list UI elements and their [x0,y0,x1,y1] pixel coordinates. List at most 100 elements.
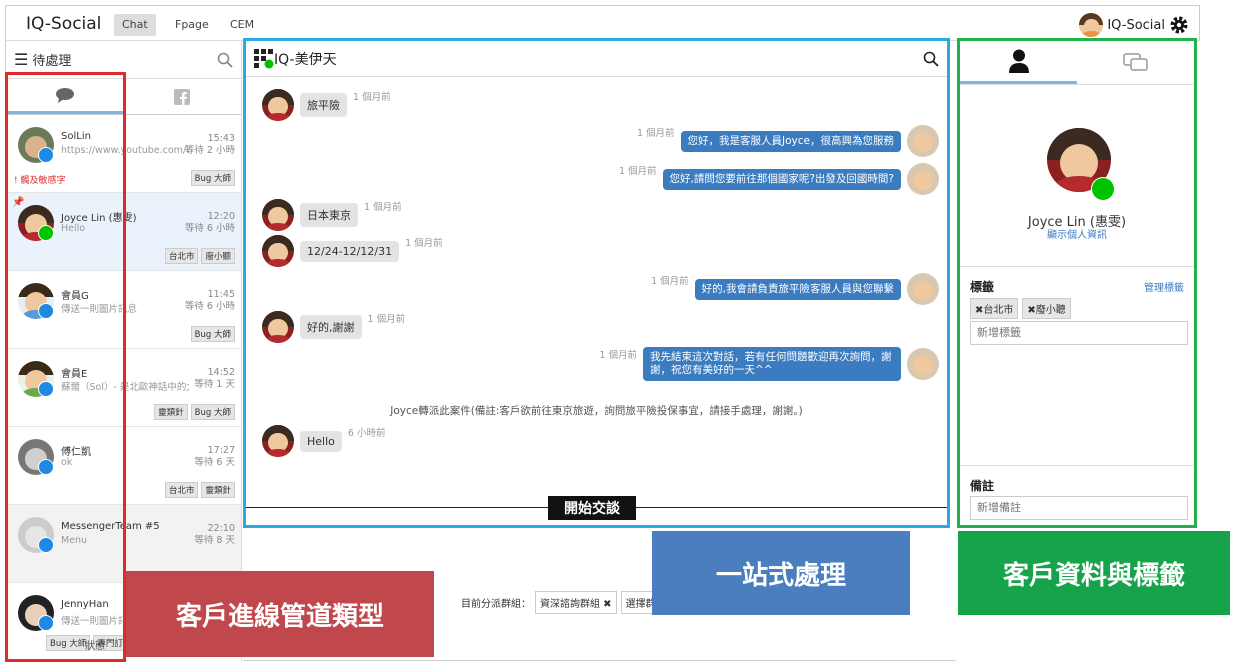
divider [960,465,1194,466]
tags-title: 標籤 [970,280,995,294]
tab-profile[interactable] [960,41,1077,84]
tab-conversations[interactable] [1077,41,1194,84]
callout-channel-types: 客戶進線管道類型 [126,571,434,657]
message-out: 1 個月前 您好，我是客服人員Joyce，很高興為您服務 [637,125,939,157]
contact-name: 會員G [61,291,89,302]
conversation-item[interactable]: SolLin https://www.youtube.com/w... 15:4… [6,115,241,193]
message-bubble: Hello [300,430,342,452]
message-preview: Hello [61,223,86,234]
tab-cem[interactable]: CEM [222,14,262,36]
manage-tags-link[interactable]: 管理標籤 [1144,279,1184,294]
callout-one-stop: 一站式處理 [652,531,910,615]
app: IQ-Social Chat Fpage CEM IQ-Social ☰ 待處理 [0,0,1235,667]
tag: Bug 大師 [190,326,235,342]
messenger-icon [38,303,54,319]
message-time: 1 個月前 [405,238,443,249]
contact-name: Joyce Lin (惠雯) [61,213,137,224]
conversation-time: 22:10 等待 8 天 [194,523,235,546]
conversation-item[interactable]: 📌 Joyce Lin (惠雯) Hello 12:20 等待 6 小時 台北市廢… [6,193,241,271]
tag-list: 台北市 廢小聽 [164,248,235,264]
tag: Bug 大師 [190,170,235,186]
message-out: 1 個月前 好的,我會請負責旅平險客服人員與您聯繫 [651,273,939,305]
conversation-item[interactable]: 會員E 蘇爾（Sol）- 是北歐神話中的太... 14:52等待 1 天 靈類針… [6,349,241,427]
message-in: 日本東京 1 個月前 [262,199,402,231]
tag: 台北市 [164,482,199,498]
contact-name: MessengerTeam #5 [61,521,160,532]
facebook-icon [174,88,191,105]
new-note-input[interactable] [970,496,1188,520]
show-profile-link[interactable]: 顯示個人資訊 [960,226,1194,241]
divider [960,266,1194,267]
tag: 靈類針 [154,404,188,420]
message-bubble: 好的,我會請負責旅平險客服人員與您聯繫 [694,278,901,300]
agent-avatar [907,163,939,195]
channel-tabs [6,79,241,115]
tab-facebook-channel[interactable] [124,79,242,114]
chat-bubble-icon [55,88,74,103]
message-out: 1 個月前 您好,請問您要前往那個國家呢?出發及回國時間? [619,163,939,195]
message-bubble: 您好，我是客服人員Joyce，很高興為您服務 [680,130,901,152]
tab-fpage[interactable]: Fpage [167,14,217,36]
tag[interactable]: ✖廢小聽 [1022,298,1071,319]
assign-label: 目前分派群組： [461,599,531,610]
conversation-time: 11:45 等待 6 小時 [184,289,235,312]
messenger-icon [38,615,54,631]
queue-title: 待處理 [32,54,72,69]
message-time: 1 個月前 [364,202,402,213]
top-bar: IQ-Social Chat Fpage CEM IQ-Social [5,5,1200,41]
message-time: 1 個月前 [618,166,657,177]
conversation-time: 15:43 等待 2 小時 [184,133,235,156]
tag: 台北市 [164,248,199,264]
line-icon [38,225,54,241]
message-time: 6 小時前 [347,428,386,439]
message-preview: 傳送一則圖片訊息 [61,304,138,315]
tag: Bug 大師 [46,635,91,651]
user-avatar [1079,13,1104,37]
tab-chat[interactable]: Chat [114,14,156,36]
callout-customer-data: 客戶資料與標籤 [958,531,1230,615]
message-out: 1 個月前 我先結束這次對話，若有任何問題歡迎再次詢問，謝謝，祝您有美好的一天^… [599,347,939,381]
message-in: Hello 6 小時前 [262,425,385,457]
contact-name: SolLin [61,131,91,142]
menu-icon[interactable]: ☰ [14,50,28,69]
search-icon[interactable] [217,52,233,68]
conversation-panel: ☰ 待處理 SolLin https://www.youtube.com/w..… [5,41,242,661]
message-bubble: 您好,請問您要前往那個國家呢?出發及回國時間? [662,168,901,190]
customer-panel: Joyce Lin (惠雯) 顯示個人資訊 標籤 管理標籤 ✖台北市 ✖廢小聽 … [957,38,1197,528]
message-bubble: 好的,謝謝 [300,315,362,339]
message-time: 1 個月前 [367,314,406,325]
conversation-item[interactable]: 會員G 傳送一則圖片訊息 11:45 等待 6 小時 Bug 大師 [6,271,241,349]
tag[interactable]: ✖台北市 [970,298,1019,319]
profile-tabs [960,41,1194,85]
tab-chat-channel[interactable] [6,79,124,114]
tag-list: Bug 大師 [190,326,235,342]
assign-group: 目前分派群組： 資深諮詢群組 ✖ 選擇群 [461,591,661,614]
message-time: 1 個月前 [599,350,637,361]
message-preview: 蘇爾（Sol）- 是北歐神話中的太... [61,382,189,393]
message-in: 旅平險 1 個月前 [262,89,391,121]
notes-title: 備註 [970,479,995,493]
gear-icon[interactable] [1169,15,1189,35]
tag: Bug 大師 [190,404,235,420]
messenger-icon [38,537,54,553]
user-menu[interactable]: IQ-Social [1079,12,1189,38]
chat-header: IQ-美伊天 [246,41,947,77]
customer-tags: ✖台北市 ✖廢小聽 [970,298,1071,319]
conversation-item[interactable]: 傅仁凱 ok 17:27 等待 6 天 台北市 靈類針 [6,427,241,505]
assigned-group-chip[interactable]: 資深諮詢群組 ✖ [535,591,617,614]
tag-list: 台北市 靈類針 [164,482,235,498]
queue-header: ☰ 待處理 [6,41,241,79]
message-preview: https://www.youtube.com/w... [61,145,189,156]
tag: 靈類針 [201,482,235,498]
start-conversation-button[interactable]: 開始交談 [548,496,636,520]
message-time: 1 個月前 [636,128,675,139]
new-tag-input[interactable] [970,321,1188,345]
chat-panel: IQ-美伊天 旅平險 1 個月前 1 個月前 您好，我是客服人員Joyce，很高… [243,38,950,528]
messenger-icon [38,147,54,163]
search-icon[interactable] [923,51,939,67]
chat-history-icon [1122,52,1148,71]
contact-avatar [262,89,294,121]
message-in: 12/24-12/12/31 1 個月前 [262,235,443,267]
message-in: 好的,謝謝 1 個月前 [262,311,405,343]
system-message: Joyce轉派此案件(備註:客戶欲前往東京旅遊，詢問旅平險投保事宜，請接手處理，… [390,405,803,417]
